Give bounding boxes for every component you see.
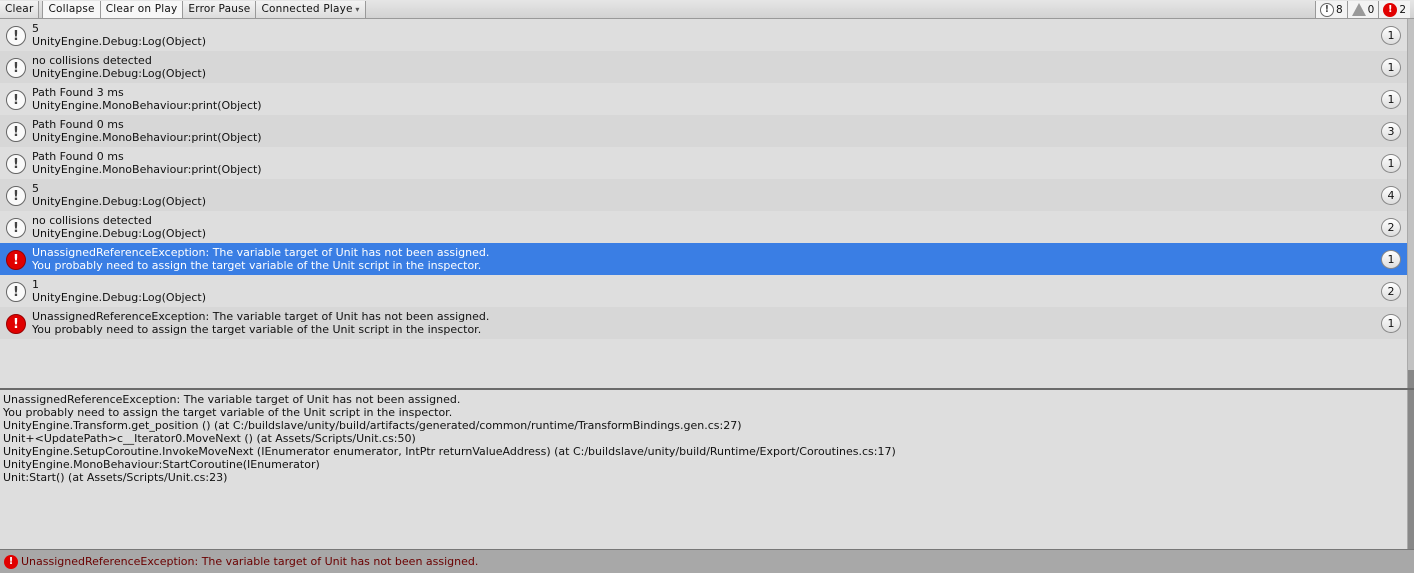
- entry-source: UnityEngine.MonoBehaviour:print(Object): [32, 99, 262, 112]
- entry-source: UnityEngine.Debug:Log(Object): [32, 291, 207, 304]
- entry-source: UnityEngine.Debug:Log(Object): [32, 35, 207, 48]
- log-entry[interactable]: ! no collisions detected UnityEngine.Deb…: [0, 211, 1407, 243]
- error-icon: !: [6, 314, 26, 334]
- entry-message: Path Found 0 ms: [32, 118, 124, 131]
- log-entry[interactable]: ! Path Found 0 ms UnityEngine.MonoBehavi…: [0, 115, 1407, 147]
- collapse-count-badge: 1: [1381, 90, 1401, 109]
- stack-trace-line: UnityEngine.Transform.get_position () (a…: [3, 419, 742, 432]
- entry-source: UnityEngine.MonoBehaviour:print(Object): [32, 131, 262, 144]
- warning-filter-toggle[interactable]: 0: [1346, 1, 1379, 18]
- info-icon: !: [6, 122, 26, 142]
- entry-message: 5: [32, 182, 39, 195]
- warning-count: 0: [1367, 3, 1375, 16]
- log-filter-toggle[interactable]: ! 8: [1314, 1, 1347, 18]
- log-entry[interactable]: ! Path Found 3 ms UnityEngine.MonoBehavi…: [0, 83, 1407, 115]
- info-icon: !: [6, 90, 26, 110]
- entry-message: no collisions detected: [32, 54, 152, 67]
- collapse-count-badge: 3: [1381, 122, 1401, 141]
- info-icon: !: [6, 282, 26, 302]
- collapse-count-badge: 2: [1381, 282, 1401, 301]
- clear-button[interactable]: Clear: [0, 0, 40, 18]
- collapse-count-badge: 2: [1381, 218, 1401, 237]
- error-pause-toggle[interactable]: Error Pause: [183, 0, 257, 18]
- log-count: 8: [1335, 3, 1343, 16]
- collapse-count-badge: 1: [1381, 250, 1401, 269]
- warning-icon: [1351, 3, 1366, 16]
- log-entry[interactable]: ! 1 UnityEngine.Debug:Log(Object) 2: [0, 275, 1407, 307]
- collapse-count-badge: 4: [1381, 186, 1401, 205]
- scrollbar[interactable]: [1408, 370, 1414, 550]
- entry-message: Path Found 3 ms: [32, 86, 124, 99]
- entry-message: Path Found 0 ms: [32, 150, 124, 163]
- log-entry[interactable]: ! 5 UnityEngine.Debug:Log(Object) 4: [0, 179, 1407, 211]
- info-icon: !: [6, 26, 26, 46]
- log-entry[interactable]: ! Path Found 0 ms UnityEngine.MonoBehavi…: [0, 147, 1407, 179]
- clear-on-play-toggle[interactable]: Clear on Play: [100, 0, 184, 18]
- entry-message: 1: [32, 278, 39, 291]
- entry-message: UnassignedReferenceException: The variab…: [32, 246, 490, 259]
- collapse-count-badge: 1: [1381, 26, 1401, 45]
- stack-trace-panel: UnassignedReferenceException: The variab…: [0, 390, 1408, 549]
- entry-message: UnassignedReferenceException: The variab…: [32, 310, 490, 323]
- error-icon: !: [1383, 2, 1398, 17]
- info-icon: !: [6, 154, 26, 174]
- connected-player-dropdown[interactable]: Connected Playe: [256, 0, 366, 18]
- status-message: UnassignedReferenceException: The variab…: [21, 555, 479, 568]
- entry-source: UnityEngine.Debug:Log(Object): [32, 227, 207, 240]
- log-list: ! 5 UnityEngine.Debug:Log(Object) 1! no …: [0, 19, 1408, 388]
- stack-trace-line: You probably need to assign the target v…: [3, 406, 453, 419]
- error-icon: !: [4, 554, 18, 569]
- entry-message: 5: [32, 22, 39, 35]
- console-toolbar: Clear Collapse Clear on Play Error Pause…: [0, 0, 1414, 19]
- log-entry[interactable]: ! no collisions detected UnityEngine.Deb…: [0, 51, 1407, 83]
- entry-source: UnityEngine.MonoBehaviour:print(Object): [32, 163, 262, 176]
- collapse-count-badge: 1: [1381, 154, 1401, 173]
- collapse-count-badge: 1: [1381, 58, 1401, 77]
- entry-source: You probably need to assign the target v…: [32, 259, 482, 272]
- info-icon: !: [1319, 2, 1334, 17]
- stack-trace-line: Unit:Start() (at Assets/Scripts/Unit.cs:…: [3, 471, 228, 484]
- log-entry[interactable]: ! UnassignedReferenceException: The vari…: [0, 307, 1407, 339]
- info-icon: !: [6, 58, 26, 78]
- status-bar[interactable]: ! UnassignedReferenceException: The vari…: [0, 549, 1414, 573]
- collapse-toggle[interactable]: Collapse: [42, 0, 101, 18]
- info-icon: !: [6, 186, 26, 206]
- log-entry[interactable]: ! 5 UnityEngine.Debug:Log(Object) 1: [0, 19, 1407, 51]
- stack-trace-line: UnassignedReferenceException: The variab…: [3, 393, 461, 406]
- error-filter-toggle[interactable]: ! 2: [1378, 1, 1410, 18]
- error-count: 2: [1399, 3, 1406, 16]
- log-entry[interactable]: ! UnassignedReferenceException: The vari…: [0, 243, 1407, 275]
- entry-message: no collisions detected: [32, 214, 152, 227]
- info-icon: !: [6, 218, 26, 238]
- stack-trace-line: Unit+<UpdatePath>c__Iterator0.MoveNext (…: [3, 432, 416, 445]
- stack-trace-line: UnityEngine.MonoBehaviour:StartCoroutine…: [3, 458, 320, 471]
- collapse-count-badge: 1: [1381, 314, 1401, 333]
- entry-source: UnityEngine.Debug:Log(Object): [32, 67, 207, 80]
- entry-source: You probably need to assign the target v…: [32, 323, 482, 336]
- error-icon: !: [6, 250, 26, 270]
- stack-trace-line: UnityEngine.SetupCoroutine.InvokeMoveNex…: [3, 445, 896, 458]
- entry-source: UnityEngine.Debug:Log(Object): [32, 195, 207, 208]
